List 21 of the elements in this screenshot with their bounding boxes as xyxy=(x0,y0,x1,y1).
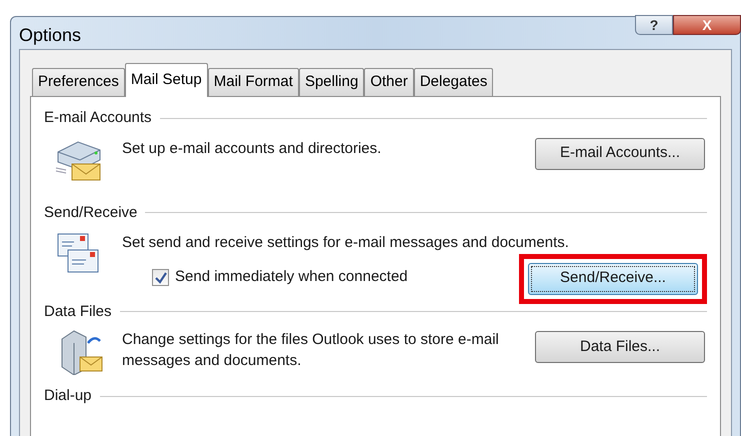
tab[interactable]: Preferences xyxy=(32,68,125,96)
help-button[interactable]: ? xyxy=(635,15,673,35)
tab[interactable]: Mail Setup xyxy=(124,63,208,97)
section-heading: E-mail Accounts xyxy=(44,108,152,128)
section-description: Set up e-mail accounts and directories. xyxy=(122,138,382,158)
check-icon xyxy=(154,272,166,284)
tab[interactable]: Other xyxy=(364,68,414,96)
window-title: Options xyxy=(19,24,82,47)
tab[interactable]: Spelling xyxy=(298,68,364,96)
section-heading: Data Files xyxy=(44,302,112,322)
dialog-button[interactable]: E-mail Accounts... xyxy=(535,138,705,170)
checkbox-label: Send immediately when connected xyxy=(175,267,408,288)
section-heading: Dial-up xyxy=(44,386,92,406)
dialog-button[interactable]: Send/Receive... xyxy=(528,262,698,294)
tab[interactable]: Mail Format xyxy=(208,68,299,96)
dialog-button[interactable]: Data Files... xyxy=(535,331,705,363)
section-description: Set send and receive settings for e-mail messages and documents. xyxy=(122,233,569,253)
section-heading: Send/Receive xyxy=(44,202,138,222)
tab[interactable]: Delegates xyxy=(414,68,494,96)
checkbox[interactable] xyxy=(152,269,169,286)
section-description: Change settings for the files Outlook uses to store e-mail messages and documents. xyxy=(122,330,500,371)
